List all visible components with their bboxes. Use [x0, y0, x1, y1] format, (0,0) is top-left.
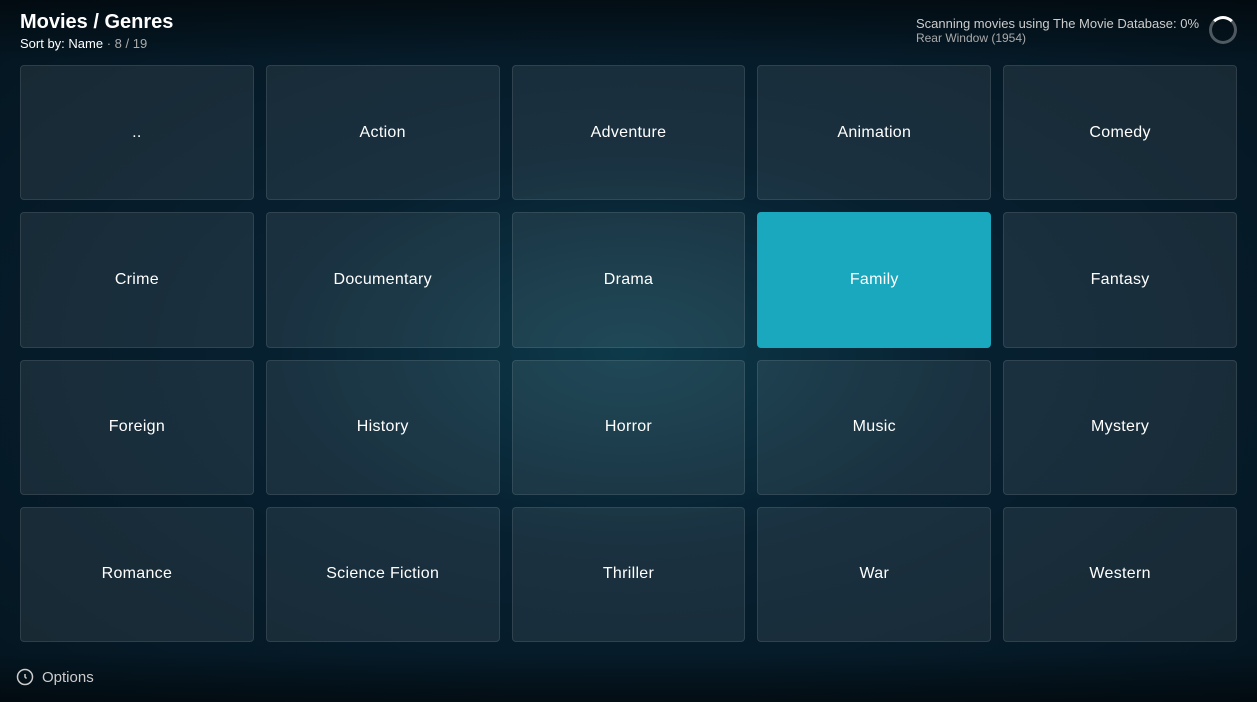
header-left: Movies / Genres Sort by: Name · 8 / 19	[20, 10, 916, 51]
genre-btn-adventure[interactable]: Adventure	[512, 65, 746, 200]
sort-count: 8 / 19	[115, 36, 148, 51]
scan-movie-title: Rear Window (1954)	[916, 31, 1199, 45]
genre-btn-foreign[interactable]: Foreign	[20, 360, 254, 495]
genre-btn-family[interactable]: Family	[757, 212, 991, 347]
footer: Options	[0, 652, 1257, 702]
options-icon	[16, 668, 34, 686]
genre-btn-mystery[interactable]: Mystery	[1003, 360, 1237, 495]
sort-label: Sort by: Name	[20, 36, 103, 51]
header: Movies / Genres Sort by: Name · 8 / 19 S…	[0, 0, 1257, 60]
genre-btn-action[interactable]: Action	[266, 65, 500, 200]
scan-info: Scanning movies using The Movie Database…	[916, 16, 1199, 45]
page-title: Movies / Genres	[20, 10, 916, 34]
genre-btn-war[interactable]: War	[757, 507, 991, 642]
scan-spinner	[1209, 16, 1237, 44]
genre-btn-romance[interactable]: Romance	[20, 507, 254, 642]
genre-btn-thriller[interactable]: Thriller	[512, 507, 746, 642]
options-button[interactable]: Options	[16, 668, 94, 686]
genre-btn-western[interactable]: Western	[1003, 507, 1237, 642]
sort-info: Sort by: Name · 8 / 19	[20, 36, 916, 51]
genre-btn-history[interactable]: History	[266, 360, 500, 495]
sort-separator: ·	[107, 36, 115, 51]
genre-grid: ..ActionAdventureAnimationComedy CrimeDoc…	[20, 65, 1237, 642]
header-right: Scanning movies using The Movie Database…	[916, 16, 1237, 45]
genre-btn-crime[interactable]: Crime	[20, 212, 254, 347]
genre-btn-horror[interactable]: Horror	[512, 360, 746, 495]
genre-btn-fantasy[interactable]: Fantasy	[1003, 212, 1237, 347]
scan-status-text: Scanning movies using The Movie Database…	[916, 16, 1199, 31]
genre-btn-music[interactable]: Music	[757, 360, 991, 495]
genre-btn-drama[interactable]: Drama	[512, 212, 746, 347]
genre-btn-science-fiction[interactable]: Science Fiction	[266, 507, 500, 642]
genre-btn-animation[interactable]: Animation	[757, 65, 991, 200]
options-label: Options	[42, 669, 94, 686]
genre-btn-documentary[interactable]: Documentary	[266, 212, 500, 347]
genre-btn-back[interactable]: ..	[20, 65, 254, 200]
genre-btn-comedy[interactable]: Comedy	[1003, 65, 1237, 200]
